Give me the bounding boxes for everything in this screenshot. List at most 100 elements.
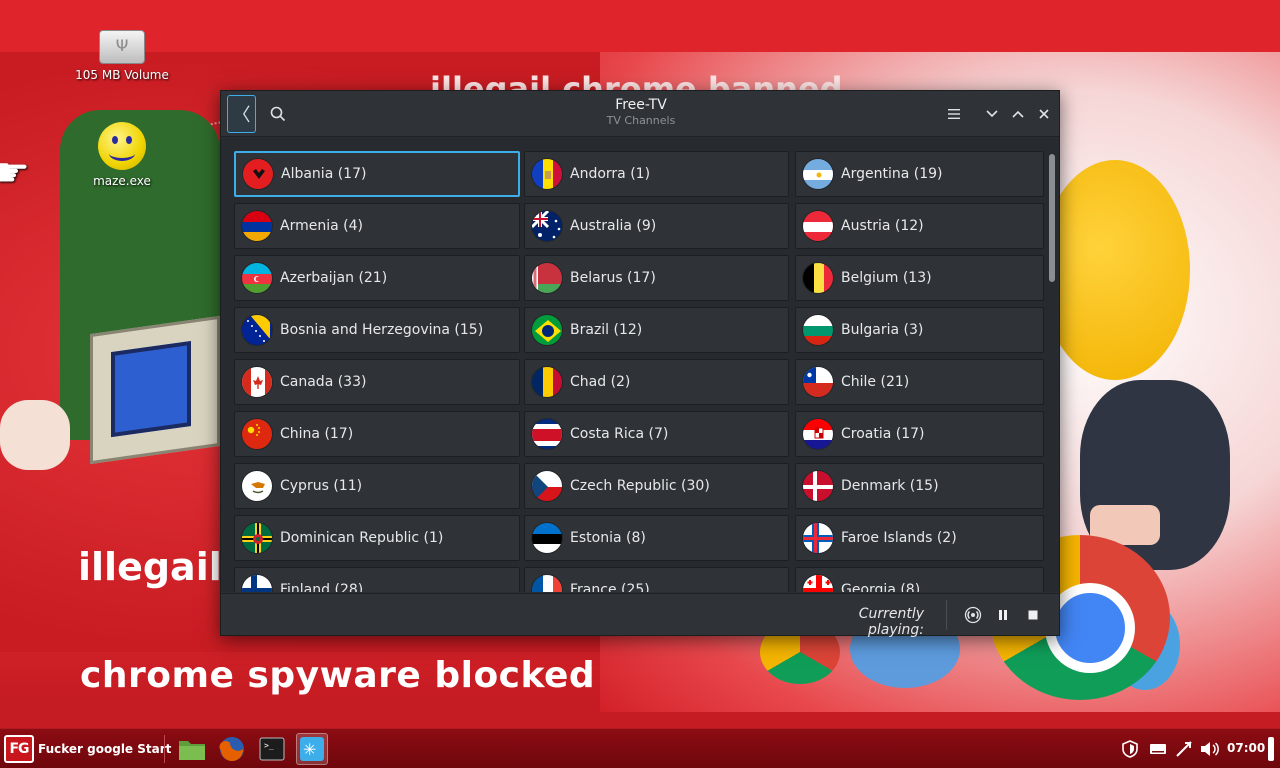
- window-titlebar[interactable]: 〈 Free-TV TV Channels: [221, 91, 1059, 137]
- country-label: France (25): [570, 582, 650, 592]
- desktop-icon-label: 105 MB Volume: [75, 68, 169, 82]
- country-card[interactable]: Argentina (19): [795, 151, 1044, 197]
- country-label: Canada (33): [280, 374, 367, 390]
- dominica-flag-icon: [241, 522, 273, 554]
- tray-keyboard[interactable]: [1147, 737, 1169, 761]
- argentina-flag-icon: [802, 158, 834, 190]
- country-card[interactable]: Chad (2): [524, 359, 789, 405]
- back-button[interactable]: 〈: [227, 95, 256, 133]
- country-label: Azerbaijan (21): [280, 270, 388, 286]
- taskbar-freetv[interactable]: ✳: [296, 733, 328, 765]
- wallpaper-monitor-screen: [111, 340, 191, 438]
- country-card[interactable]: Belgium (13): [795, 255, 1044, 301]
- country-card[interactable]: Faroe Islands (2): [795, 515, 1044, 561]
- firefox-icon: [219, 737, 244, 762]
- taskbar-firefox[interactable]: [216, 733, 248, 765]
- chile-flag-icon: [802, 366, 834, 398]
- taskbar-terminal[interactable]: >_: [256, 733, 288, 765]
- country-label: Chad (2): [570, 374, 631, 390]
- country-card[interactable]: Bosnia and Herzegovina (15): [234, 307, 520, 353]
- country-label: Cyprus (11): [280, 478, 363, 494]
- faroe-flag-icon: [802, 522, 834, 554]
- close-button[interactable]: [1033, 103, 1055, 125]
- shield-icon: [1122, 740, 1138, 758]
- finland-flag-icon: [241, 574, 273, 592]
- country-label: Argentina (19): [841, 166, 943, 182]
- country-card[interactable]: France (25): [524, 567, 789, 592]
- desktop-icon-maze[interactable]: maze.exe: [62, 122, 182, 188]
- tray-volume[interactable]: [1199, 737, 1221, 761]
- country-card[interactable]: Austria (12): [795, 203, 1044, 249]
- start-button[interactable]: FG Fucker google Start: [4, 732, 171, 766]
- tray-network[interactable]: [1173, 737, 1195, 761]
- wallpaper-computer-illustration: [55, 305, 225, 505]
- france-flag-icon: [531, 574, 563, 592]
- minimize-icon: [986, 110, 998, 118]
- country-card[interactable]: Denmark (15): [795, 463, 1044, 509]
- country-card[interactable]: Chile (21): [795, 359, 1044, 405]
- start-logo-icon: FG: [4, 735, 34, 763]
- country-card[interactable]: Andorra (1): [524, 151, 789, 197]
- svg-text:>_: >_: [264, 741, 274, 750]
- country-label: Belarus (17): [570, 270, 656, 286]
- country-card[interactable]: Finland (28): [234, 567, 520, 592]
- czech-flag-icon: [531, 470, 563, 502]
- country-label: Chile (21): [841, 374, 910, 390]
- channel-country-list[interactable]: Albania (17) Andorra (1) Argentina (19) Arm…: [221, 138, 1059, 592]
- taskbar-file-manager[interactable]: [176, 733, 208, 765]
- country-card[interactable]: China (17): [234, 411, 520, 457]
- denmark-flag-icon: [802, 470, 834, 502]
- bosnia-flag-icon: [241, 314, 273, 346]
- country-card[interactable]: Armenia (4): [234, 203, 520, 249]
- country-card[interactable]: Costa Rica (7): [524, 411, 789, 457]
- hand-cursor-icon: ☛: [0, 150, 30, 196]
- country-card[interactable]: Azerbaijan (21): [234, 255, 520, 301]
- file-manager-icon: [179, 741, 205, 760]
- wallpaper-top-band: [0, 0, 1280, 52]
- broadcast-button[interactable]: [962, 604, 984, 626]
- estonia-flag-icon: [531, 522, 563, 554]
- country-card[interactable]: Dominican Republic (1): [234, 515, 520, 561]
- show-desktop-handle[interactable]: [1268, 737, 1274, 761]
- andorra-flag-icon: [531, 158, 563, 190]
- country-label: Faroe Islands (2): [841, 530, 957, 546]
- start-label: Fucker google Start: [38, 742, 172, 756]
- country-card[interactable]: Czech Republic (30): [524, 463, 789, 509]
- taskbar-clock[interactable]: 07:00: [1227, 741, 1265, 755]
- chevron-left-icon: 〈: [232, 105, 251, 126]
- country-card[interactable]: Australia (9): [524, 203, 789, 249]
- search-button[interactable]: [265, 101, 291, 127]
- maximize-icon: [1012, 110, 1024, 118]
- player-status-bar: Currently playing:: [221, 593, 1059, 638]
- australia-flag-icon: [531, 210, 563, 242]
- scrollbar-thumb[interactable]: [1049, 154, 1055, 282]
- country-card[interactable]: Cyprus (11): [234, 463, 520, 509]
- desktop-icon-volume[interactable]: 105 MB Volume: [62, 30, 182, 82]
- country-card[interactable]: Georgia (8): [795, 567, 1044, 592]
- minimize-button[interactable]: [981, 103, 1003, 125]
- window-title-block: Free-TV TV Channels: [541, 97, 741, 127]
- maximize-button[interactable]: [1007, 103, 1029, 125]
- country-card[interactable]: Belarus (17): [524, 255, 789, 301]
- radio-icon: [964, 606, 982, 624]
- azerbaijan-flag-icon: [241, 262, 273, 294]
- keyboard-icon: [1150, 744, 1166, 754]
- country-card[interactable]: Croatia (17): [795, 411, 1044, 457]
- brazil-flag-icon: [531, 314, 563, 346]
- country-card[interactable]: Brazil (12): [524, 307, 789, 353]
- pause-button[interactable]: [992, 604, 1014, 626]
- country-card[interactable]: Albania (17): [234, 151, 520, 197]
- stop-icon: [1028, 610, 1038, 620]
- menu-button[interactable]: [943, 103, 965, 125]
- austria-flag-icon: [802, 210, 834, 242]
- country-card[interactable]: Estonia (8): [524, 515, 789, 561]
- country-card[interactable]: Bulgaria (3): [795, 307, 1044, 353]
- country-card[interactable]: Canada (33): [234, 359, 520, 405]
- armenia-flag-icon: [241, 210, 273, 242]
- stop-button[interactable]: [1022, 604, 1044, 626]
- tray-shield[interactable]: [1119, 737, 1141, 761]
- desktop-icon-label: maze.exe: [93, 174, 151, 188]
- country-label: Albania (17): [281, 166, 367, 182]
- taskbar: FG Fucker google Start >_ ✳ 07:00: [0, 728, 1280, 768]
- china-flag-icon: [241, 418, 273, 450]
